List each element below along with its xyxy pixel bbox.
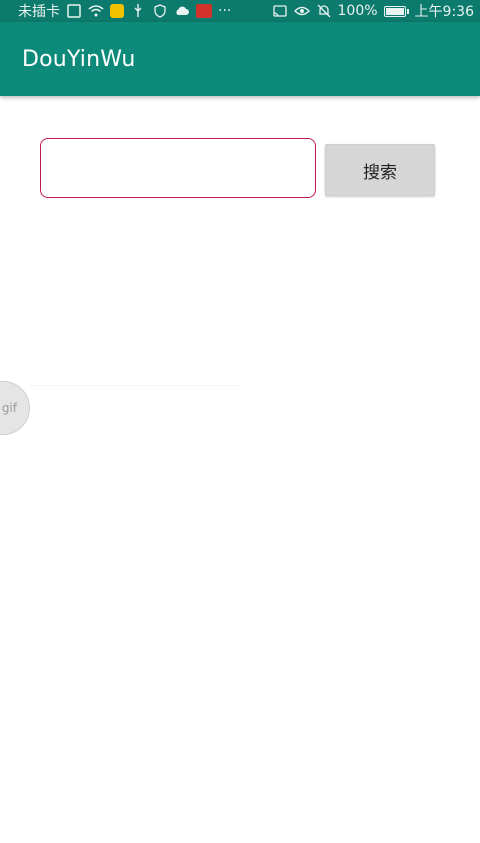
- cloud-icon: [174, 3, 190, 19]
- app-bar: DouYinWu: [0, 22, 480, 96]
- search-input[interactable]: [40, 138, 316, 198]
- status-bar: 未插卡 ··· 100% 上午9:36: [0, 0, 480, 22]
- gif-floating-bubble[interactable]: gif: [0, 381, 30, 435]
- red-app-icon: [196, 4, 212, 18]
- search-button[interactable]: 搜索: [325, 144, 435, 196]
- shield-icon: [152, 3, 168, 19]
- screen: 未插卡 ··· 100% 上午9:36 DouYinWu 搜索 gif: [0, 0, 480, 843]
- carrier-text: 未插卡: [18, 4, 60, 20]
- app-title: DouYinWu: [22, 46, 136, 72]
- status-left: 未插卡 ···: [18, 1, 231, 21]
- battery-percent: 100%: [337, 3, 378, 19]
- usb-icon: [130, 3, 146, 19]
- battery-icon: [383, 5, 409, 17]
- divider: [30, 385, 240, 386]
- wifi-icon: [88, 3, 104, 19]
- clock: 上午9:36: [414, 4, 474, 20]
- cast-icon: [272, 3, 288, 19]
- sim-d-icon: [66, 3, 82, 19]
- notification-app-icon: [110, 4, 124, 18]
- more-notifications: ···: [218, 3, 232, 19]
- eye-icon: [293, 3, 310, 19]
- mute-bell-icon: [316, 3, 332, 19]
- status-right: 100% 上午9:36: [272, 1, 474, 21]
